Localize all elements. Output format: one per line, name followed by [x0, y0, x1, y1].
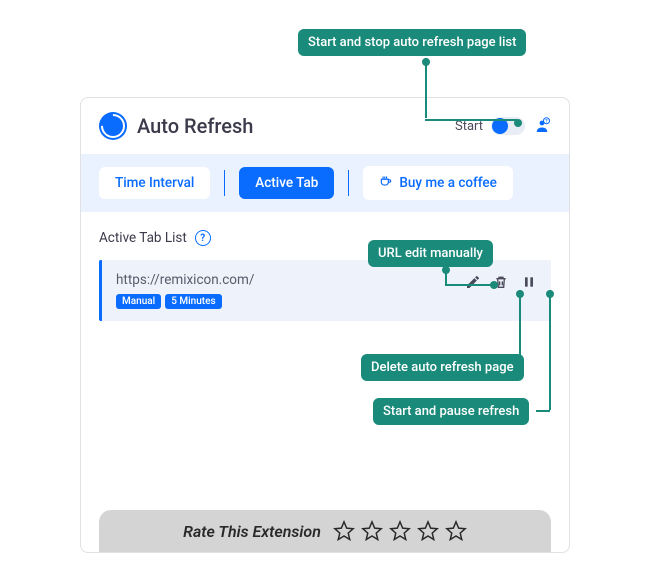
app-header: Auto Refresh Start ? — [81, 98, 569, 154]
callout-delete: Delete auto refresh page — [361, 354, 524, 381]
star-1[interactable] — [333, 520, 355, 542]
callout-dot — [516, 290, 524, 298]
rating-label: Rate This Extension — [183, 522, 321, 541]
badge-interval: 5 Minutes — [165, 294, 221, 309]
callout-url-edit: URL edit manually — [368, 240, 493, 267]
refresh-logo-icon — [99, 112, 127, 140]
star-3[interactable] — [389, 520, 411, 542]
tab-separator — [224, 170, 225, 196]
app-panel: Auto Refresh Start ? Time Interval Activ… — [80, 97, 570, 553]
callout-line — [425, 58, 427, 118]
url-badges: Manual 5 Minutes — [116, 294, 453, 309]
tab-separator — [348, 170, 349, 196]
app-title: Auto Refresh — [137, 114, 253, 138]
pause-icon[interactable] — [521, 274, 537, 290]
star-4[interactable] — [417, 520, 439, 542]
coffee-icon — [379, 174, 393, 192]
tab-bar: Time Interval Active Tab Buy me a coffee — [81, 154, 569, 212]
tab-buy-coffee-label: Buy me a coffee — [399, 175, 497, 191]
tab-buy-coffee[interactable]: Buy me a coffee — [363, 166, 513, 200]
rating-bar: Rate This Extension — [99, 510, 551, 552]
panel-body: Active Tab List ? https://remixicon.com/… — [81, 212, 569, 339]
star-2[interactable] — [361, 520, 383, 542]
star-5[interactable] — [445, 520, 467, 542]
tab-active-tab[interactable]: Active Tab — [239, 167, 334, 199]
callout-dot — [490, 281, 498, 289]
badge-manual: Manual — [116, 294, 161, 309]
url-info: https://remixicon.com/ Manual 5 Minutes — [116, 272, 453, 309]
callout-line — [549, 290, 551, 410]
tab-time-interval[interactable]: Time Interval — [99, 167, 210, 199]
callout-dot — [422, 58, 430, 66]
avatar-help-icon[interactable]: ? — [533, 117, 551, 135]
url-text: https://remixicon.com/ — [116, 272, 453, 288]
callout-line — [519, 290, 521, 356]
callout-line — [425, 119, 517, 121]
callout-start-stop: Start and stop auto refresh page list — [298, 29, 526, 56]
callout-dot — [546, 290, 554, 298]
callout-dot — [442, 266, 450, 274]
url-list-item: https://remixicon.com/ Manual 5 Minutes — [99, 260, 551, 321]
callout-line — [445, 284, 491, 286]
edit-icon[interactable] — [465, 274, 481, 290]
url-actions — [465, 272, 537, 290]
callout-pause: Start and pause refresh — [373, 398, 529, 425]
callout-line — [536, 410, 550, 412]
help-icon[interactable]: ? — [195, 230, 211, 246]
rating-stars — [333, 520, 467, 542]
active-tab-list-title: Active Tab List — [99, 230, 187, 246]
header-left: Auto Refresh — [99, 112, 253, 140]
callout-dot — [514, 119, 522, 127]
